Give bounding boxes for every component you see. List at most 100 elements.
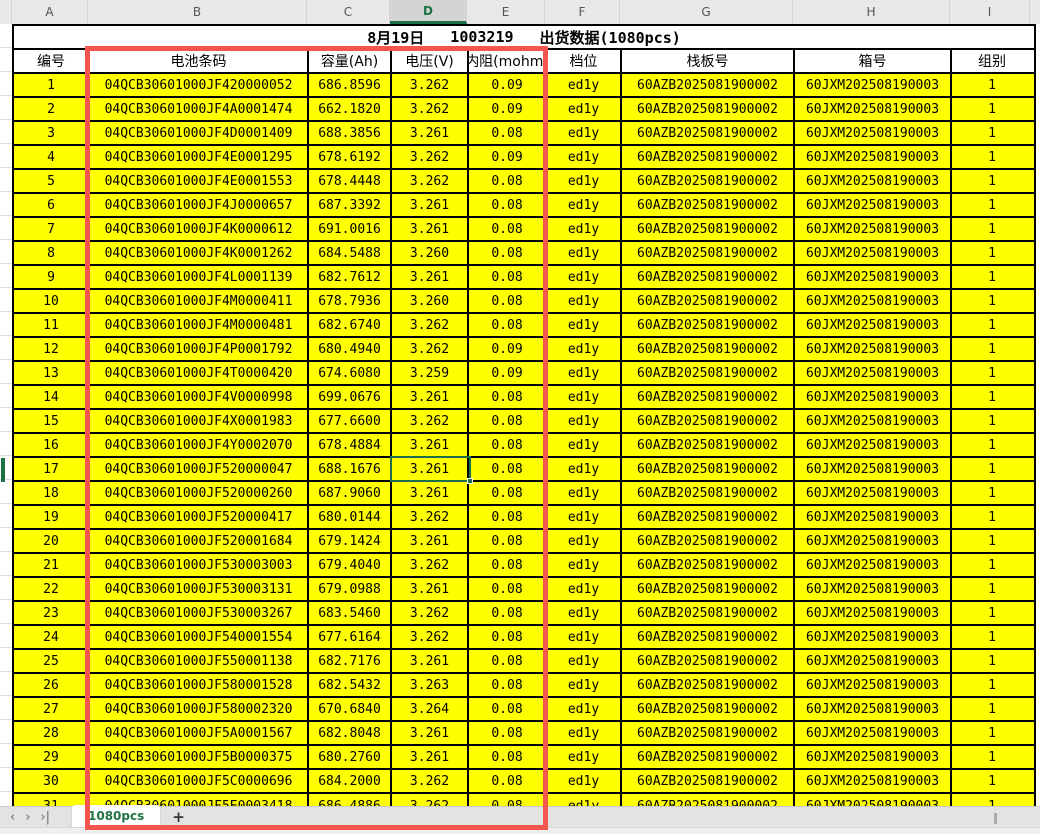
column-header-b[interactable]: B — [88, 0, 307, 24]
cell-pallet[interactable]: 60AZB2025081900002 — [622, 410, 795, 432]
cell-barcode[interactable]: 04QCB30601000JF4Y0002070 — [90, 434, 309, 456]
cell-group[interactable]: 1 — [952, 506, 1032, 528]
cell-pallet[interactable]: 60AZB2025081900002 — [622, 338, 795, 360]
cell-voltage[interactable]: 3.264 — [392, 698, 469, 720]
cell-box[interactable]: 60JXM202508190003 — [795, 170, 952, 192]
cell-barcode[interactable]: 04QCB30601000JF4M0000481 — [90, 314, 309, 336]
cell-no[interactable]: 1 — [14, 74, 90, 96]
header-grade[interactable]: 档位 — [547, 50, 622, 72]
cell-no[interactable]: 19 — [14, 506, 90, 528]
cell-box[interactable]: 60JXM202508190003 — [795, 674, 952, 696]
cell-grade[interactable]: ed1y — [547, 434, 622, 456]
cell-no[interactable]: 23 — [14, 602, 90, 624]
cell-capacity[interactable]: 677.6600 — [309, 410, 392, 432]
cell-group[interactable]: 1 — [952, 314, 1032, 336]
cell-grade[interactable]: ed1y — [547, 674, 622, 696]
cell-resistance[interactable]: 0.08 — [469, 722, 547, 744]
cell-group[interactable]: 1 — [952, 290, 1032, 312]
cell-resistance[interactable]: 0.08 — [469, 434, 547, 456]
cell-resistance[interactable]: 0.08 — [469, 218, 547, 240]
cell-group[interactable]: 1 — [952, 554, 1032, 576]
cell-barcode[interactable]: 04QCB30601000JF540001554 — [90, 626, 309, 648]
cell-no[interactable]: 7 — [14, 218, 90, 240]
last-sheet-icon[interactable]: ›| — [40, 811, 50, 824]
cell-voltage[interactable]: 3.261 — [392, 122, 469, 144]
cell-voltage[interactable]: 3.260 — [392, 290, 469, 312]
column-header-f[interactable]: F — [545, 0, 620, 24]
cell-barcode[interactable]: 04QCB30601000JF550001138 — [90, 650, 309, 672]
cell-box[interactable]: 60JXM202508190003 — [795, 434, 952, 456]
cell-capacity[interactable]: 670.6840 — [309, 698, 392, 720]
cell-grade[interactable]: ed1y — [547, 554, 622, 576]
cell-voltage[interactable]: 3.261 — [392, 650, 469, 672]
cell-barcode[interactable]: 04QCB30601000JF4J0000657 — [90, 194, 309, 216]
cell-pallet[interactable]: 60AZB2025081900002 — [622, 218, 795, 240]
cell-group[interactable]: 1 — [952, 74, 1032, 96]
cell-pallet[interactable]: 60AZB2025081900002 — [622, 698, 795, 720]
cell-resistance[interactable]: 0.09 — [469, 146, 547, 168]
cell-capacity[interactable]: 678.7936 — [309, 290, 392, 312]
cell-resistance[interactable]: 0.08 — [469, 242, 547, 264]
cell-capacity[interactable]: 683.5460 — [309, 602, 392, 624]
cell-grade[interactable]: ed1y — [547, 482, 622, 504]
cell-resistance[interactable]: 0.08 — [469, 266, 547, 288]
cell-barcode[interactable]: 04QCB30601000JF520000260 — [90, 482, 309, 504]
cell-pallet[interactable]: 60AZB2025081900002 — [622, 74, 795, 96]
column-header-i[interactable]: I — [950, 0, 1030, 24]
cell-capacity[interactable]: 687.3392 — [309, 194, 392, 216]
cell-pallet[interactable]: 60AZB2025081900002 — [622, 482, 795, 504]
cell-barcode[interactable]: 04QCB30601000JF4E0001553 — [90, 170, 309, 192]
cell-no[interactable]: 12 — [14, 338, 90, 360]
cell-no[interactable]: 28 — [14, 722, 90, 744]
cell-barcode[interactable]: 04QCB30601000JF4T0000420 — [90, 362, 309, 384]
cell-grade[interactable]: ed1y — [547, 410, 622, 432]
cell-box[interactable]: 60JXM202508190003 — [795, 746, 952, 768]
cell-voltage[interactable]: 3.259 — [392, 362, 469, 384]
cell-voltage[interactable]: 3.262 — [392, 602, 469, 624]
header-resistance[interactable]: 内阻(mohm) — [469, 50, 547, 72]
cell-barcode[interactable]: 04QCB30601000JF4K0001262 — [90, 242, 309, 264]
cell-barcode[interactable]: 04QCB30601000JF4D0001409 — [90, 122, 309, 144]
cell-voltage[interactable]: 3.261 — [392, 434, 469, 456]
cell-grade[interactable]: ed1y — [547, 578, 622, 600]
cell-box[interactable]: 60JXM202508190003 — [795, 266, 952, 288]
cell-no[interactable]: 27 — [14, 698, 90, 720]
cell-resistance[interactable]: 0.08 — [469, 530, 547, 552]
cell-resistance[interactable]: 0.08 — [469, 386, 547, 408]
cell-pallet[interactable]: 60AZB2025081900002 — [622, 554, 795, 576]
cell-resistance[interactable]: 0.08 — [469, 194, 547, 216]
cell-resistance[interactable]: 0.08 — [469, 746, 547, 768]
cell-capacity[interactable]: 679.1424 — [309, 530, 392, 552]
cell-box[interactable]: 60JXM202508190003 — [795, 218, 952, 240]
cell-capacity[interactable]: 688.3856 — [309, 122, 392, 144]
cell-box[interactable]: 60JXM202508190003 — [795, 98, 952, 120]
cell-voltage[interactable]: 3.263 — [392, 674, 469, 696]
cell-no[interactable]: 17 — [14, 458, 90, 480]
cell-voltage[interactable]: 3.262 — [392, 410, 469, 432]
cell-box[interactable]: 60JXM202508190003 — [795, 722, 952, 744]
cell-resistance[interactable]: 0.08 — [469, 482, 547, 504]
cell-group[interactable]: 1 — [952, 626, 1032, 648]
cell-group[interactable]: 1 — [952, 362, 1032, 384]
cell-pallet[interactable]: 60AZB2025081900002 — [622, 674, 795, 696]
cell-barcode[interactable]: 04QCB30601000JF530003003 — [90, 554, 309, 576]
cell-voltage[interactable]: 3.260 — [392, 242, 469, 264]
column-header-e[interactable]: E — [467, 0, 545, 24]
cell-voltage[interactable]: 3.261 — [392, 218, 469, 240]
cell-capacity[interactable]: 688.1676 — [309, 458, 392, 480]
cell-no[interactable]: 3 — [14, 122, 90, 144]
column-header-h[interactable]: H — [793, 0, 950, 24]
cell-barcode[interactable]: 04QCB30601000JF5A0001567 — [90, 722, 309, 744]
cell-capacity[interactable]: 680.2760 — [309, 746, 392, 768]
cell-voltage[interactable]: 3.262 — [392, 338, 469, 360]
cell-grade[interactable]: ed1y — [547, 290, 622, 312]
cell-resistance[interactable]: 0.08 — [469, 170, 547, 192]
cell-resistance[interactable]: 0.08 — [469, 410, 547, 432]
cell-voltage[interactable]: 3.261 — [392, 722, 469, 744]
cell-grade[interactable]: ed1y — [547, 338, 622, 360]
cell-voltage[interactable]: 3.262 — [392, 506, 469, 528]
cell-no[interactable]: 13 — [14, 362, 90, 384]
cell-capacity[interactable]: 682.7612 — [309, 266, 392, 288]
column-header-c[interactable]: C — [307, 0, 390, 24]
cell-pallet[interactable]: 60AZB2025081900002 — [622, 362, 795, 384]
